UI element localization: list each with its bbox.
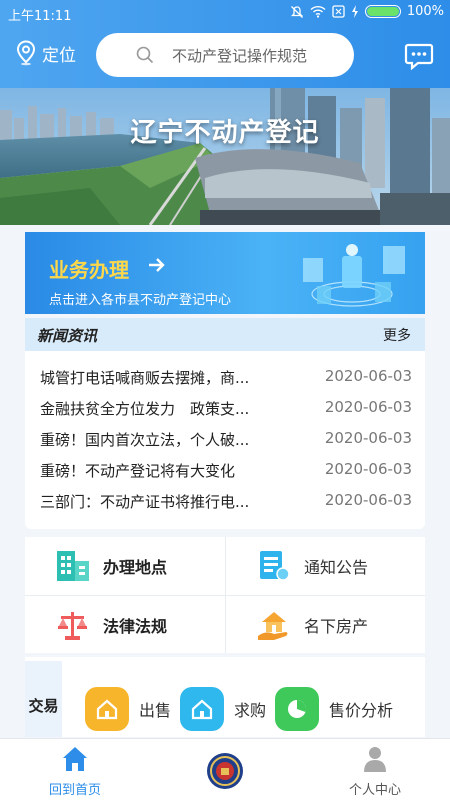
person-icon bbox=[364, 747, 386, 772]
trade-section: 交易 出售 求购 售价分析 bbox=[25, 657, 425, 737]
location-button[interactable]: 定位 bbox=[16, 40, 76, 66]
battery-percent: 100% bbox=[406, 4, 444, 19]
search-placeholder: 不动产登记操作规范 bbox=[172, 46, 308, 65]
service-office-location[interactable]: 办理地点 bbox=[25, 537, 224, 594]
service-label: 通知公告 bbox=[304, 558, 369, 577]
service-notice[interactable]: 通知公告 bbox=[226, 537, 425, 594]
business-subtitle: 点击进入各市县不动产登记中心 bbox=[49, 293, 232, 308]
trade-label: 出售 bbox=[139, 701, 172, 720]
sim-icon bbox=[332, 5, 345, 18]
status-icons: 100% bbox=[290, 4, 444, 19]
search-input[interactable]: 不动产登记操作规范 bbox=[96, 33, 354, 77]
house-hand-icon bbox=[258, 612, 288, 640]
news-item[interactable]: 重磅！国内首次立法，个人破... 2020-06-03 bbox=[40, 429, 412, 453]
trade-sell[interactable]: 出售 bbox=[85, 687, 171, 731]
wifi-icon bbox=[310, 5, 326, 18]
trade-tab-label: 交易 bbox=[28, 697, 59, 715]
news-list: 城管打电话喊商贩去摆摊，商... 2020-06-03 金融扶贫全方位发力 政策… bbox=[25, 351, 425, 529]
house-icon bbox=[85, 687, 129, 731]
location-label: 定位 bbox=[42, 45, 76, 66]
news-more-link[interactable]: 更多 bbox=[383, 325, 411, 345]
status-time: 上午11:11 bbox=[8, 9, 72, 24]
banner-title: 辽宁不动产登记 bbox=[130, 118, 320, 148]
notice-icon bbox=[260, 551, 290, 581]
search-icon bbox=[136, 46, 154, 64]
emblem-icon bbox=[207, 753, 243, 789]
business-banner[interactable]: 业务办理 点击进入各市县不动产登记中心 bbox=[25, 232, 425, 314]
chat-bubble-icon bbox=[404, 43, 434, 71]
city-skyline-image bbox=[0, 88, 450, 225]
arrow-right-icon bbox=[149, 258, 165, 272]
trade-price-analysis[interactable]: 售价分析 bbox=[275, 687, 393, 731]
nav-home-label: 回到首页 bbox=[48, 783, 101, 798]
news-item-title: 金融扶贫全方位发力 政策支... bbox=[40, 400, 250, 418]
message-button[interactable] bbox=[404, 42, 434, 74]
bottom-nav: 回到首页 个人中心 bbox=[0, 738, 450, 801]
trade-tab[interactable]: 交易 bbox=[25, 661, 62, 737]
nav-profile[interactable]: 个人中心 bbox=[315, 745, 435, 798]
location-pin-icon bbox=[16, 40, 36, 66]
news-item-date: 2020-06-03 bbox=[324, 491, 412, 509]
building-icon bbox=[57, 551, 89, 581]
news-item[interactable]: 重磅！不动产登记将有大变化 2020-06-03 bbox=[40, 460, 412, 484]
news-item-title: 重磅！国内首次立法，个人破... bbox=[40, 431, 250, 449]
pie-chart-icon bbox=[275, 687, 319, 731]
news-item-date: 2020-06-03 bbox=[324, 460, 412, 478]
news-item[interactable]: 三部门：不动产证书将推行电... 2020-06-03 bbox=[40, 491, 412, 515]
service-laws[interactable]: 法律法规 bbox=[25, 596, 224, 653]
nav-center-emblem[interactable] bbox=[165, 745, 285, 795]
home-icon bbox=[63, 747, 87, 771]
business-title: 业务办理 bbox=[49, 258, 129, 282]
service-label: 办理地点 bbox=[103, 558, 168, 577]
news-item[interactable]: 金融扶贫全方位发力 政策支... 2020-06-03 bbox=[40, 398, 412, 422]
news-item-title: 三部门：不动产证书将推行电... bbox=[40, 493, 250, 511]
news-header: 新闻资讯 更多 bbox=[25, 318, 425, 351]
battery-icon bbox=[364, 5, 401, 18]
city-banner[interactable]: 辽宁不动产登记 bbox=[0, 88, 450, 225]
data-illustration-icon bbox=[303, 244, 405, 307]
status-bar: 上午11:11 100% bbox=[0, 0, 450, 26]
news-item-title: 重磅！不动产登记将有大变化 bbox=[40, 462, 236, 480]
trade-label: 售价分析 bbox=[329, 701, 394, 720]
news-item-date: 2020-06-03 bbox=[324, 367, 412, 385]
trade-buy[interactable]: 求购 bbox=[180, 687, 266, 731]
news-item-title: 城管打电话喊商贩去摆摊，商... bbox=[40, 369, 250, 387]
nav-profile-label: 个人中心 bbox=[348, 783, 401, 798]
top-bar: 定位 不动产登记操作规范 bbox=[0, 30, 450, 82]
battery-fill bbox=[366, 7, 399, 16]
grid-divider bbox=[25, 595, 425, 596]
header: 上午11:11 100% 定位 不动产登记操作规范 bbox=[0, 0, 450, 88]
service-my-property[interactable]: 名下房产 bbox=[226, 596, 425, 653]
house-icon bbox=[180, 687, 224, 731]
service-grid: 办理地点 通知公告 法律法规 名下房产 bbox=[25, 537, 425, 653]
trade-label: 求购 bbox=[234, 701, 267, 720]
news-item[interactable]: 城管打电话喊商贩去摆摊，商... 2020-06-03 bbox=[40, 367, 412, 391]
news-item-date: 2020-06-03 bbox=[324, 429, 412, 447]
nav-home[interactable]: 回到首页 bbox=[15, 745, 135, 798]
service-label: 法律法规 bbox=[103, 617, 168, 636]
service-label: 名下房产 bbox=[304, 617, 369, 636]
news-item-date: 2020-06-03 bbox=[324, 398, 412, 416]
charging-icon bbox=[351, 5, 358, 18]
mute-icon bbox=[290, 5, 303, 18]
news-title: 新闻资讯 bbox=[37, 327, 98, 345]
scales-icon bbox=[58, 612, 87, 640]
